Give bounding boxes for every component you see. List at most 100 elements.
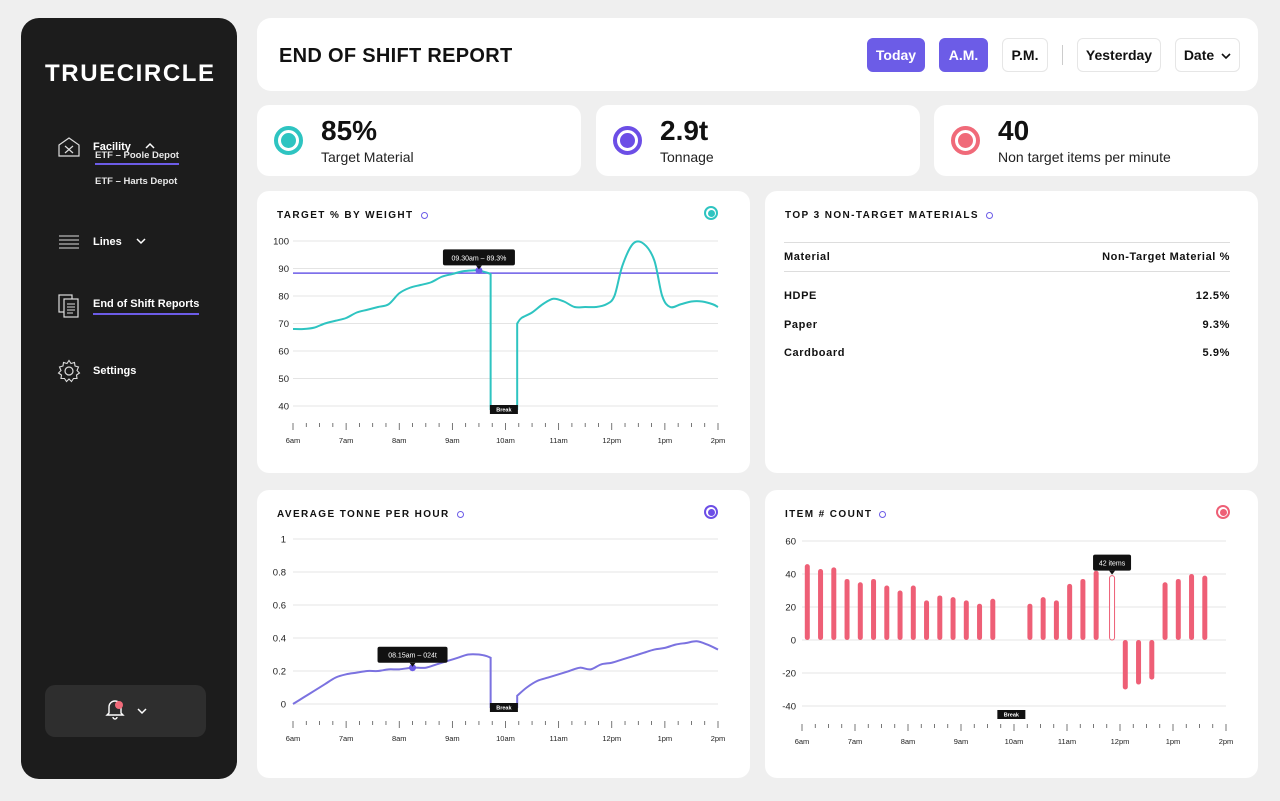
bar xyxy=(884,585,890,640)
x-tick-label: 12pm xyxy=(602,734,621,743)
x-tick-label: 10am xyxy=(1005,737,1024,746)
card-title: TOP 3 NON-TARGET MATERIALS xyxy=(785,210,993,221)
pink-ring-icon xyxy=(951,126,980,155)
chart-card-tonne-hour: AVERAGE TONNE PER HOUR 1 0.8 0.6 0.4 0.2 0 6am… xyxy=(257,490,750,778)
kpi-non-target-items: 40 Non target items per minute xyxy=(934,105,1258,176)
x-tick-label: 1pm xyxy=(658,436,673,445)
header: END OF SHIFT REPORT Today A.M. P.M. Yest… xyxy=(257,18,1258,91)
sidebar-item-label: End of Shift Reports xyxy=(93,298,200,315)
kpi-label: Tonnage xyxy=(660,149,714,165)
bar xyxy=(910,585,916,640)
x-tick-label: 7am xyxy=(848,737,863,746)
x-tick-label: 6am xyxy=(795,737,810,746)
kpi-value: 2.9t xyxy=(660,115,709,146)
y-tick-label: 80 xyxy=(278,292,289,303)
top3-table: Material Non-Target Material % HDPE 12.5… xyxy=(784,242,1230,368)
target-weight-chart: 100 90 80 70 60 50 40 6am 7am 8am 9am 10am 11am 12pm 1… xyxy=(273,237,726,446)
x-tick-label: 8am xyxy=(392,734,407,743)
purple-ring-icon xyxy=(613,126,642,155)
x-tick-label: 6am xyxy=(286,734,301,743)
x-tick-label: 2pm xyxy=(711,436,726,445)
sidebar: TRUECIRCLE Facility ETF – Poole Depot ET… xyxy=(21,18,237,779)
x-tick-label: 10am xyxy=(496,734,515,743)
y-tick-label: 60 xyxy=(785,537,796,548)
break-label: Break xyxy=(496,706,512,712)
bar xyxy=(1053,600,1059,640)
bar xyxy=(1109,575,1116,641)
bar xyxy=(804,564,810,640)
kpi-label: Target Material xyxy=(321,149,414,165)
series-line xyxy=(292,640,719,708)
sidebar-item-settings[interactable]: Settings xyxy=(57,359,136,383)
bar xyxy=(818,569,824,640)
chart-card-item-count: ITEM # COUNT 60 40 20 0 -20 -40 6am 7am 8am 9am 10… xyxy=(765,490,1258,778)
kpi-tonnage: 2.9t Tonnage xyxy=(596,105,920,176)
sidebar-subitem-poole[interactable]: ETF – Poole Depot xyxy=(95,150,179,165)
tonne-hour-chart: 1 0.8 0.6 0.4 0.2 0 6am 7am 8am 9am 10am 11am 12pm 1p… xyxy=(273,535,726,744)
x-tick-label: 9am xyxy=(445,734,460,743)
table-row: Cardboard 5.9% xyxy=(784,339,1230,368)
chevron-down-icon xyxy=(136,237,146,248)
chevron-down-icon xyxy=(136,702,147,720)
sidebar-item-label: Settings xyxy=(93,365,137,377)
bar xyxy=(1162,582,1168,640)
break-label: Break xyxy=(496,408,512,414)
column-header-material: Material xyxy=(784,251,831,263)
y-tick-label: 50 xyxy=(278,374,289,385)
sidebar-item-lines[interactable]: Lines xyxy=(57,230,146,254)
x-tick-label: 12pm xyxy=(1111,737,1130,746)
bar xyxy=(924,600,930,640)
page-title: END OF SHIFT REPORT xyxy=(279,45,513,67)
notifications-button[interactable] xyxy=(45,685,206,737)
y-tick-label: 0.6 xyxy=(273,601,286,612)
y-tick-label: 40 xyxy=(785,570,796,581)
material-cell: HDPE xyxy=(784,290,817,303)
x-tick-label: 9am xyxy=(445,436,460,445)
material-cell: Paper xyxy=(784,318,818,331)
y-tick-label: -40 xyxy=(782,702,796,713)
document-icon xyxy=(57,294,81,318)
x-tick-label: 11am xyxy=(1058,737,1076,746)
column-header-pct: Non-Target Material % xyxy=(1102,251,1230,263)
bar xyxy=(1149,640,1155,680)
y-tick-label: 0.8 xyxy=(273,568,286,579)
bar xyxy=(977,603,983,640)
table-header: Material Non-Target Material % xyxy=(784,242,1230,272)
yesterday-button[interactable]: Yesterday xyxy=(1077,38,1161,72)
info-icon[interactable] xyxy=(986,212,993,219)
bar xyxy=(871,578,877,640)
bar xyxy=(990,598,996,640)
divider xyxy=(1062,45,1063,65)
sidebar-item-label: Lines xyxy=(93,236,122,248)
sidebar-subitem-harts[interactable]: ETF – Harts Depot xyxy=(95,176,177,187)
bar xyxy=(963,600,969,640)
y-tick-label: 0 xyxy=(791,636,796,647)
item-count-chart: 60 40 20 0 -20 -40 6am 7am 8am 9am 10am 11am 12pm 1pm… xyxy=(782,537,1233,747)
table-row: HDPE 12.5% xyxy=(784,282,1230,311)
x-tick-label: 7am xyxy=(339,436,354,445)
today-button[interactable]: Today xyxy=(867,38,925,72)
am-button[interactable]: A.M. xyxy=(939,38,988,72)
y-tick-label: 0.2 xyxy=(273,667,286,678)
bar xyxy=(844,578,850,640)
top3-card: TOP 3 NON-TARGET MATERIALS Material Non-… xyxy=(765,191,1258,473)
x-tick-label: 11am xyxy=(550,734,568,743)
tooltip-text: 09.30am – 89.3% xyxy=(452,255,507,262)
bar xyxy=(1189,574,1195,640)
x-tick-label: 1pm xyxy=(658,734,673,743)
bar xyxy=(831,567,837,640)
x-tick-label: 10am xyxy=(496,436,515,445)
y-tick-label: 100 xyxy=(273,237,289,248)
bar xyxy=(1202,575,1208,640)
pm-button[interactable]: P.M. xyxy=(1002,38,1048,72)
pct-cell: 12.5% xyxy=(1195,290,1230,303)
table-row: Paper 9.3% xyxy=(784,311,1230,340)
series-line xyxy=(292,240,719,410)
gear-icon xyxy=(57,359,81,383)
card-title-text: TOP 3 NON-TARGET MATERIALS xyxy=(785,210,979,221)
date-dropdown[interactable]: Date xyxy=(1175,38,1240,72)
brand-logo: TRUECIRCLE xyxy=(45,60,216,87)
sidebar-item-reports[interactable]: End of Shift Reports xyxy=(57,294,200,318)
bar xyxy=(1040,597,1046,640)
x-tick-label: 2pm xyxy=(711,734,726,743)
